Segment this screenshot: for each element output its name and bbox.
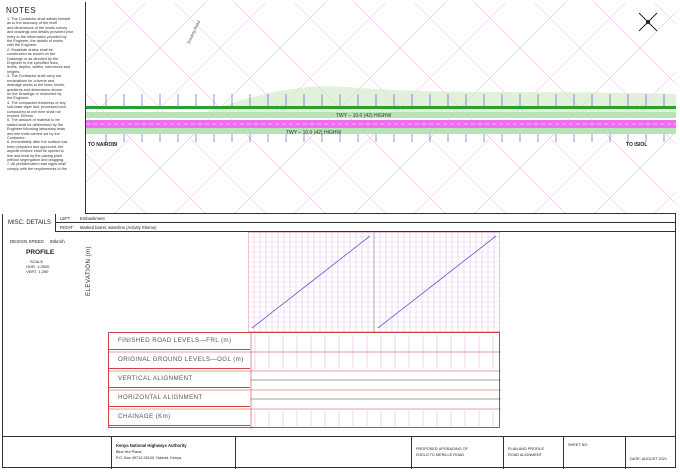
notes-panel: NOTES 1. The Contractor shall satisfy hi…	[2, 2, 86, 214]
misc-right-label: RIGHT	[60, 225, 74, 230]
date-text: DATE: AUGUST 2021	[630, 457, 667, 461]
profile-info: DESIGN SPEED 80km/h PROFILE SCALE HOR. 1…	[2, 232, 108, 332]
revision-box	[2, 437, 112, 469]
misc-right-row: RIGHT Marked barrel, waterline (Activity…	[56, 223, 676, 232]
notes-title: NOTES	[6, 6, 37, 15]
client-box: Kenya National Highways Authority Blue H…	[112, 437, 236, 469]
road-shoulder-lower	[86, 128, 676, 134]
profile-title: PROFILE	[26, 249, 55, 256]
title-block: Kenya National Highways Authority Blue H…	[2, 436, 676, 469]
project-box: PROPOSED UPGRADING OF ISIOLO TO MERILLE …	[412, 437, 504, 469]
consultant-box	[236, 437, 412, 469]
misc-details: MISC. DETAILS LEFT Embankment RIGHT Mark…	[2, 214, 676, 232]
north-arrow-icon	[638, 12, 658, 32]
road-label-bottom: TWY – 10.0 (42) HIGHW	[286, 130, 342, 136]
band-table	[108, 332, 501, 429]
sheet-label: SHEET NO.	[568, 443, 589, 447]
design-speed-label: DESIGN SPEED	[10, 239, 44, 244]
road-edge-top	[86, 106, 676, 109]
sheet-box: SHEET NO.	[564, 437, 626, 469]
drawing-box: PLAN AND PROFILE ROAD ALIGNMENT	[504, 437, 564, 469]
client-sub: Blue Hut Plaza,	[116, 450, 143, 454]
plan-drawing	[86, 2, 676, 213]
misc-left-label: LEFT	[60, 216, 71, 221]
notes-list: 1. The Contractor shall satisfy himself a…	[2, 17, 85, 171]
client-name: Kenya National Highways Authority	[116, 443, 187, 448]
direction-left: TO NAIROBI	[88, 142, 118, 148]
date-box: DATE: AUGUST 2021	[626, 437, 676, 469]
project-title: PROPOSED UPGRADING OF	[416, 447, 468, 451]
design-speed-value: 80km/h	[50, 239, 65, 244]
elevation-axis-label: ELEVATION (m)	[86, 246, 92, 296]
plan-view: TWY – 10.0 (42) HIGHW TWY – 10.0 (42) HI…	[86, 2, 676, 214]
profile-chart	[248, 232, 500, 332]
road-label-top: TWY – 10.0 (42) HIGHW	[336, 113, 392, 119]
band-grid	[109, 333, 501, 429]
direction-right: TO ISIOL	[626, 142, 648, 148]
client-address: P.O. Box 49712-00100, Nairobi, Kenya	[116, 456, 182, 460]
misc-left-row: LEFT Embankment	[56, 214, 676, 223]
drawing-title: PLAN AND PROFILE	[508, 447, 545, 451]
misc-right-value: Marked barrel, waterline (Activity Sheme…	[80, 225, 157, 230]
drawing-title-2: ROAD ALIGNMENT	[508, 453, 542, 457]
misc-title: MISC. DETAILS	[2, 214, 56, 232]
note-line: comply with the requirements of the	[7, 166, 67, 171]
misc-left-value: Embankment	[80, 216, 105, 221]
scale-vert: VERT. 1:250	[26, 269, 49, 274]
project-title-2: ISIOLO TO MERILLE ROAD	[416, 453, 465, 457]
